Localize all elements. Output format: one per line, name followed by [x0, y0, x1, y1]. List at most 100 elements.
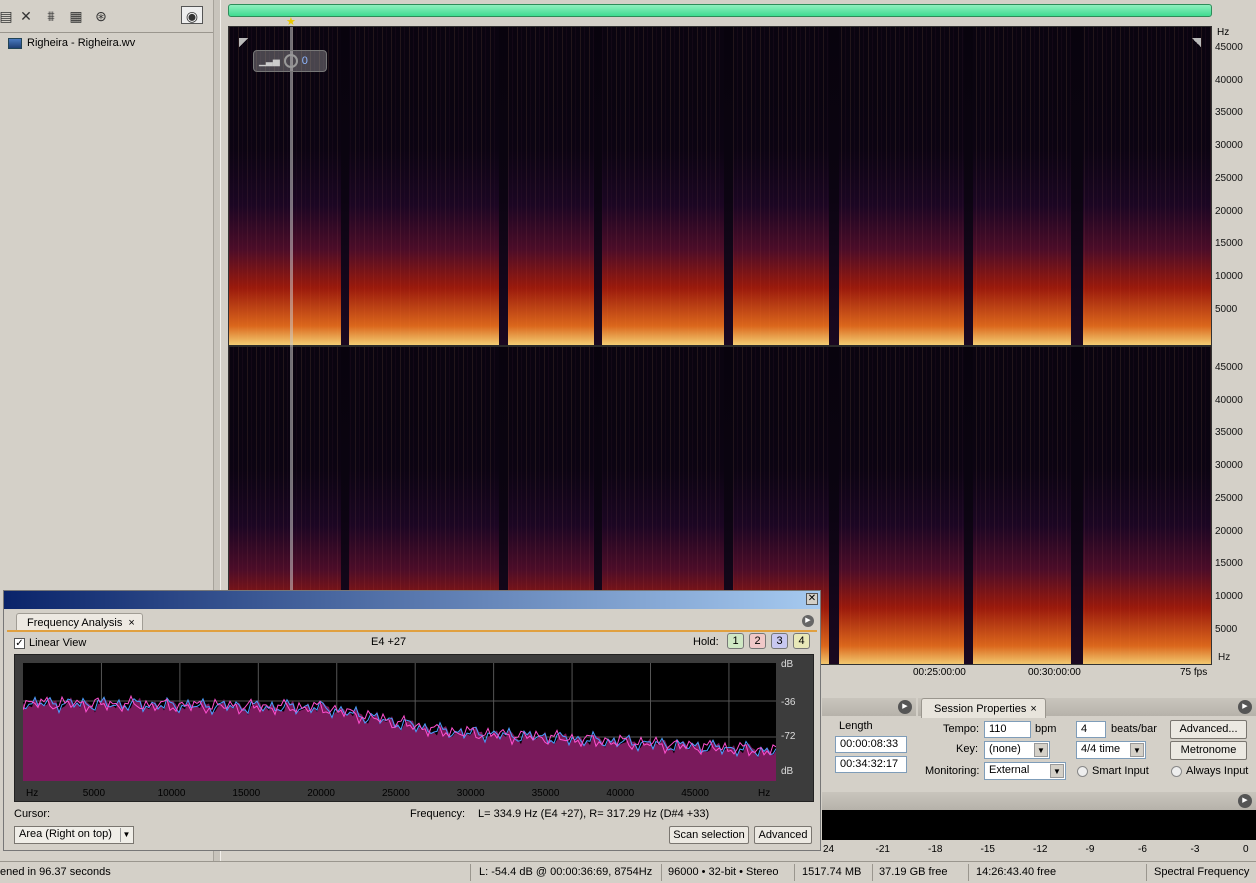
note-readout: E4 +27 [371, 636, 407, 648]
hz-tick-label: 20000 [1215, 525, 1243, 537]
spectral-frequency-display[interactable]: ▁▃▅ 0 [228, 26, 1212, 665]
graph-db-label: dB [781, 659, 794, 670]
frequency-label: Frequency: [410, 808, 466, 820]
graph-x-tick: 30000 [456, 788, 485, 799]
hold-button-1[interactable]: 1 [727, 633, 744, 649]
graph-x-tick: 15000 [232, 788, 261, 799]
zoom-corner-left-icon[interactable] [239, 38, 248, 47]
chevron-down-icon[interactable]: ▼ [120, 828, 132, 842]
graph-db-label: dB [781, 766, 794, 777]
key-select[interactable]: (none) ▼ [984, 741, 1050, 759]
tempo-label: Tempo: [943, 723, 980, 735]
insert-multitrack-icon[interactable]: ⩩ [41, 7, 61, 25]
status-open-time: ened in 96.37 seconds [0, 866, 111, 878]
tab-label: Frequency Analysis [27, 616, 123, 629]
hz-tick-label: 15000 [1215, 238, 1243, 250]
hold-button-2[interactable]: 2 [749, 633, 766, 649]
level-meter-bar [822, 810, 1256, 840]
time-signature-select[interactable]: 4/4 time ▼ [1076, 741, 1146, 759]
audio-file-icon [8, 37, 22, 49]
panel-menu-icon[interactable]: ▶ [898, 700, 912, 714]
linear-view-option[interactable]: ✓ Linear View [14, 637, 86, 649]
beats-input[interactable]: 4 [1076, 721, 1106, 738]
always-input-radio[interactable] [1171, 766, 1182, 777]
hold-button-4[interactable]: 4 [793, 633, 810, 649]
zoom-corner-right-icon[interactable] [1192, 38, 1201, 47]
linear-view-checkbox[interactable]: ✓ [14, 637, 25, 649]
close-icon[interactable]: ✕ [806, 593, 818, 605]
hz-tick-label: 45000 [1215, 362, 1243, 373]
autoplay-icon[interactable]: ⊛ [91, 7, 111, 25]
chevron-down-icon[interactable]: ▼ [1034, 743, 1048, 757]
graph-x-tick: 10000 [157, 788, 186, 799]
tab-session-properties[interactable]: Session Properties × [921, 698, 1046, 718]
hz-tick-label: 35000 [1215, 107, 1243, 119]
close-file-icon[interactable]: ✕ [16, 7, 36, 25]
display-mode-select[interactable]: Area (Right on top) ▼ [14, 826, 134, 844]
selection-length-field[interactable]: 00:00:08:33 [835, 736, 907, 753]
frequency-spectrum-svg [22, 663, 777, 781]
hz-tick-label: 15000 [1215, 558, 1243, 570]
file-name: Righeira - Righeira.wv [27, 37, 136, 49]
scan-selection-button[interactable]: Scan selection [669, 826, 749, 844]
level-db-tick: -6 [1138, 844, 1147, 855]
hz-tick-label: 10000 [1215, 590, 1243, 602]
key-label: Key: [956, 743, 979, 755]
new-file-icon[interactable]: ▤ [0, 7, 16, 25]
close-icon[interactable]: × [128, 617, 134, 629]
frequency-analysis-window: ✕ Frequency Analysis × ▶ ✓ Linear View E… [3, 590, 821, 851]
panel-menu-icon[interactable]: ▶ [1238, 700, 1252, 714]
left-channel-spectrogram[interactable] [229, 27, 1211, 345]
close-icon[interactable]: × [1030, 703, 1036, 715]
timeline-marker-strip[interactable] [228, 17, 1212, 26]
silence-gap [964, 347, 973, 664]
tempo-input[interactable]: 110 [984, 721, 1031, 738]
hz-tick-label: 25000 [1215, 172, 1243, 184]
display-mode-value: Area (Right on top) [19, 828, 112, 840]
time-tick: 75 fps [1180, 667, 1208, 678]
graph-x-tick: 20000 [307, 788, 335, 799]
status-disk-free: 37.19 GB free [879, 866, 948, 878]
waveform-overview-bar[interactable] [228, 4, 1212, 17]
window-titlebar[interactable]: ✕ [4, 591, 820, 609]
level-db-tick: -12 [1033, 844, 1048, 855]
advanced-button[interactable]: Advanced... [1170, 720, 1247, 739]
graph-x-tick: 40000 [606, 788, 635, 799]
hz-tick-label: 5000 [1215, 623, 1238, 635]
always-input-label: Always Input [1186, 765, 1249, 777]
hud-volume-control[interactable]: ▁▃▅ 0 [253, 50, 327, 72]
key-value: (none) [989, 743, 1021, 755]
status-view-mode: Spectral Frequency [1154, 866, 1250, 878]
monitoring-select[interactable]: External ▼ [984, 762, 1066, 780]
show-preview-icon[interactable]: ◉ [181, 6, 203, 24]
volume-knob-icon[interactable] [283, 54, 298, 68]
hold-button-3[interactable]: 3 [771, 633, 788, 649]
chevron-down-icon[interactable]: ▼ [1050, 764, 1064, 778]
hz-tick-label: 30000 [1215, 140, 1243, 152]
cursor-label: Cursor: [14, 808, 51, 820]
panel-menu-icon[interactable]: ▶ [1238, 794, 1252, 808]
tab-frequency-analysis[interactable]: Frequency Analysis × [16, 613, 143, 631]
silence-gap [1071, 347, 1083, 664]
metronome-button[interactable]: Metronome [1170, 741, 1247, 760]
signal-bars-icon: ▁▃▅ [259, 55, 280, 66]
selection-panel-header: ▶ [822, 698, 916, 716]
advanced-button[interactable]: Advanced [754, 826, 812, 844]
smart-input-radio[interactable] [1077, 766, 1088, 777]
selection-view-panel: Length 00:00:08:33 00:34:32:17 [822, 718, 916, 785]
level-meter: 24 -21 -18 -15 -12 -9 -6 -3 0 [822, 810, 1256, 859]
insert-cd-list-icon[interactable]: ▦ [66, 7, 86, 25]
view-length-field[interactable]: 00:34:32:17 [835, 756, 907, 773]
frequency-ruler[interactable]: Hz 45000 40000 35000 30000 25000 20000 15000 10… [1212, 26, 1256, 665]
level-db-tick: -3 [1190, 844, 1200, 855]
hz-tick-label: 10000 [1215, 270, 1243, 282]
hz-tick-label: 35000 [1215, 427, 1243, 439]
graph-x-tick: 5000 [82, 788, 106, 799]
playhead-cursor-line[interactable] [290, 27, 293, 664]
file-list-item[interactable]: Righeira - Righeira.wv [8, 37, 135, 49]
panel-menu-icon[interactable]: ▶ [802, 615, 814, 627]
silence-gap [964, 27, 973, 345]
chevron-down-icon[interactable]: ▼ [1130, 743, 1144, 757]
hz-tick-label: 45000 [1215, 42, 1243, 53]
frequency-graph[interactable] [22, 663, 777, 781]
